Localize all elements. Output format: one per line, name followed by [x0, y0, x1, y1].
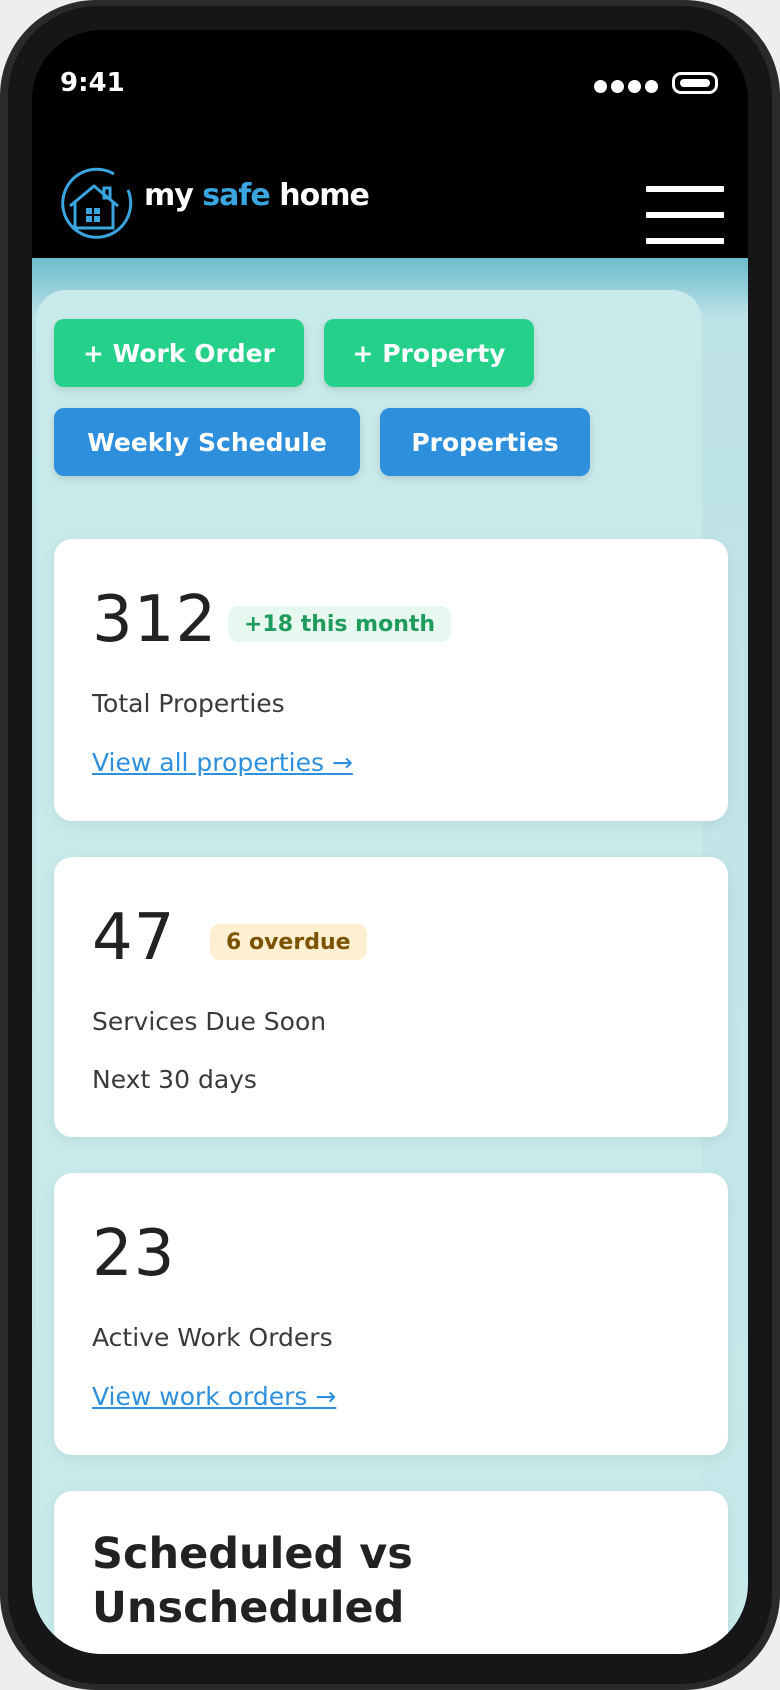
services-due-card[interactable]: 47 6 overdue Services Due Soon Next 30 d…	[54, 857, 728, 1137]
work-orders-label: Active Work Orders	[92, 1323, 333, 1352]
status-badge: +18 this month	[228, 606, 452, 642]
services-due-label: Services Due Soon	[92, 1007, 327, 1036]
logo-word-my: my	[144, 178, 194, 213]
services-due-value: 47	[92, 901, 176, 975]
services-due-sublabel: Next 30 days	[92, 1065, 257, 1094]
dashboard-content: + Work Order + Property Weekly Schedule …	[32, 258, 748, 1654]
hamburger-menu-icon[interactable]	[646, 186, 726, 250]
work-orders-value: 23	[92, 1217, 176, 1291]
phone-frame: 9:41 my safe home + Work Order + Propert…	[0, 0, 780, 1690]
add-work-order-button[interactable]: + Work Order	[54, 319, 304, 387]
schedule-chart-card: Scheduled vs Unscheduled	[54, 1491, 728, 1654]
total-properties-card[interactable]: 312 +18 this month Total Properties View…	[54, 539, 728, 821]
status-time: 9:41	[60, 68, 125, 98]
logo-word-home: home	[279, 178, 370, 213]
weekly-schedule-button[interactable]: Weekly Schedule	[54, 408, 360, 476]
logo-wordmark: my safe home	[144, 178, 370, 213]
overdue-badge: 6 overdue	[210, 924, 367, 960]
add-property-button[interactable]: + Property	[324, 319, 534, 387]
house-circle-logo-icon	[61, 167, 133, 239]
signal-icon	[594, 78, 662, 93]
properties-button[interactable]: Properties	[380, 408, 590, 476]
app-header: my safe home	[32, 142, 748, 258]
screen: 9:41 my safe home + Work Order + Propert…	[32, 30, 748, 1654]
view-work-orders-link[interactable]: View work orders →	[92, 1382, 336, 1411]
view-all-properties-link[interactable]: View all properties →	[92, 748, 353, 777]
section-title: Scheduled vs Unscheduled	[92, 1529, 413, 1633]
total-properties-value: 312	[92, 583, 218, 657]
status-bar: 9:41	[32, 30, 748, 142]
battery-icon	[672, 72, 718, 94]
logo-word-safe: safe	[202, 178, 270, 213]
work-orders-card[interactable]: 23 Active Work Orders View work orders →	[54, 1173, 728, 1455]
total-properties-label: Total Properties	[92, 689, 285, 718]
